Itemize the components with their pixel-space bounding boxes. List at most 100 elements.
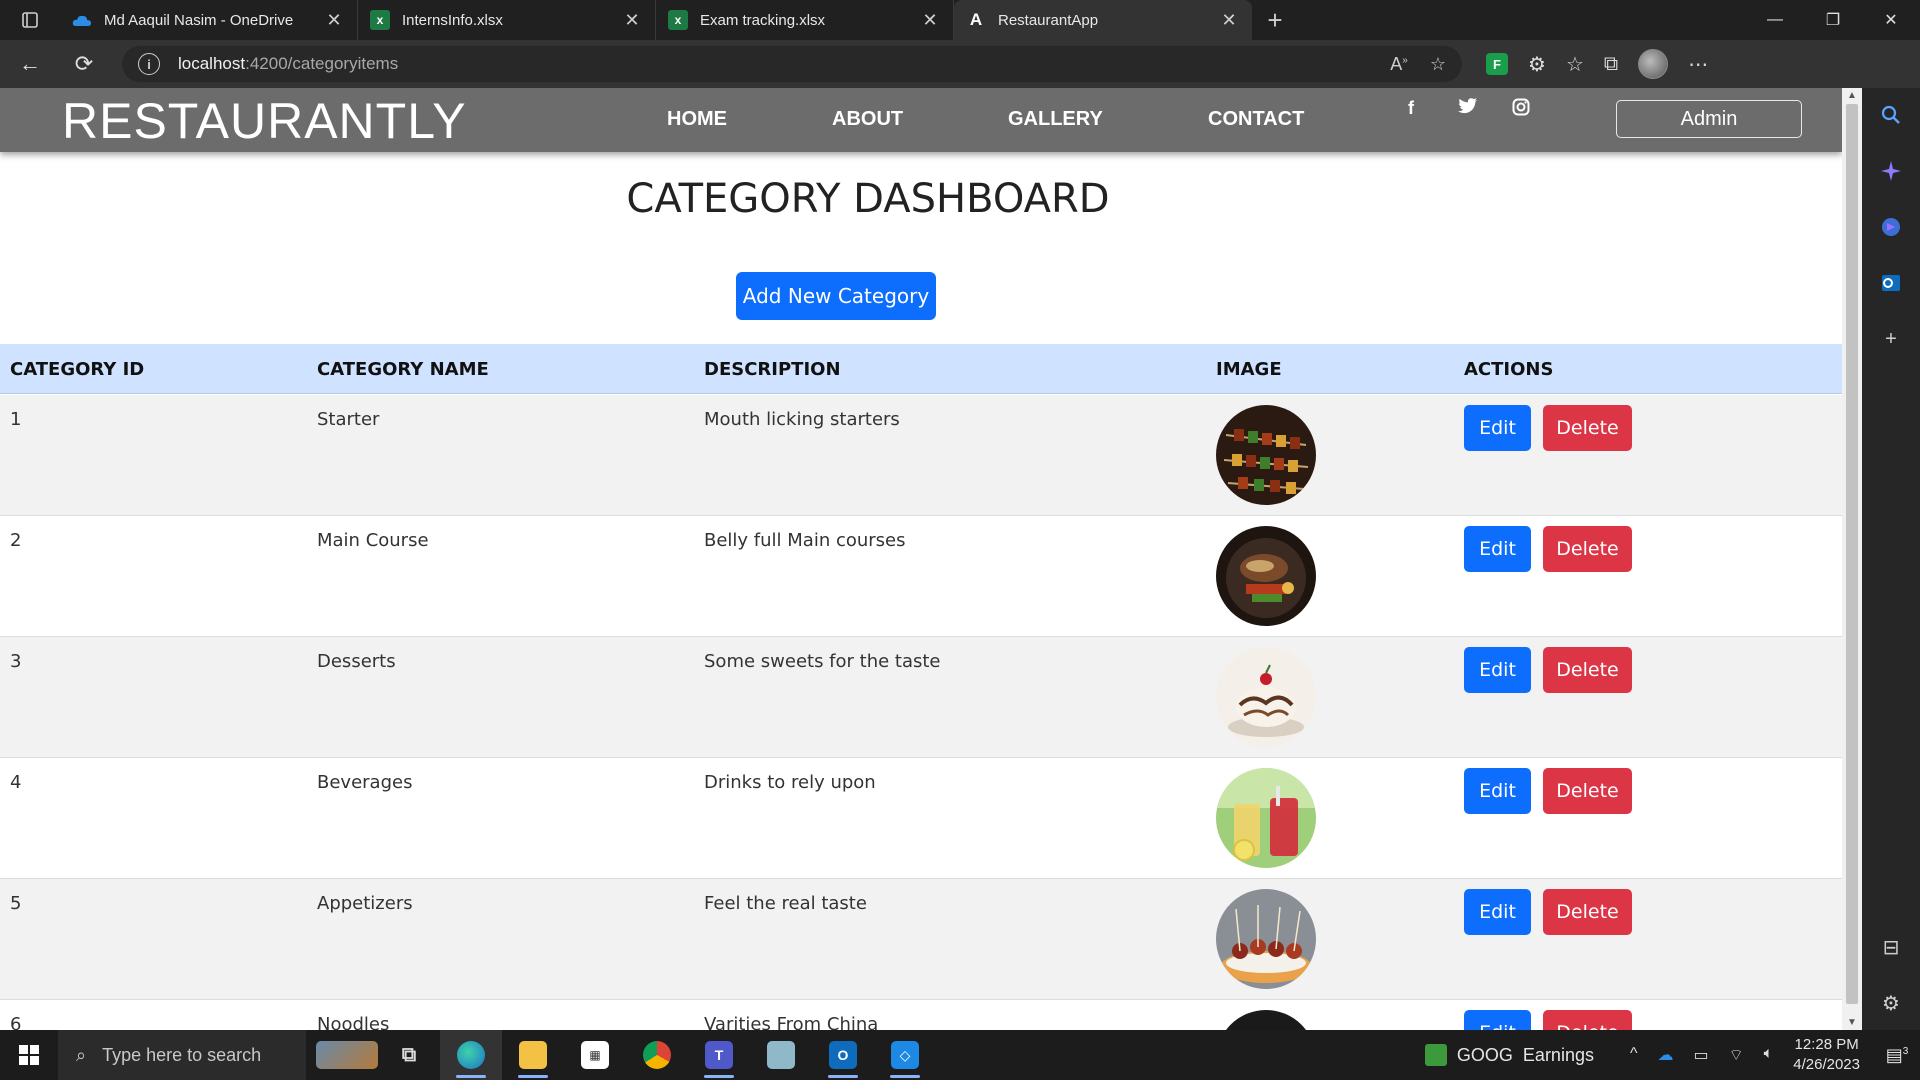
add-favorite-icon[interactable]: ☆	[1430, 54, 1446, 75]
address-bar: ← ⟳ i localhost:4200/categoryitems A» ☆ …	[0, 40, 1920, 88]
taskbar-search[interactable]: ⌕ Type here to search	[58, 1030, 306, 1080]
edge-taskbar-icon[interactable]	[440, 1030, 502, 1080]
notification-count: 3	[1902, 1045, 1909, 1057]
tab-title: Md Aaquil Nasim - OneDrive	[104, 11, 294, 29]
edit-button[interactable]: Edit	[1464, 1010, 1531, 1030]
scrollbar-thumb[interactable]	[1846, 104, 1858, 1004]
delete-button[interactable]: Delete	[1543, 889, 1632, 935]
site-info-icon[interactable]: i	[138, 53, 160, 75]
close-tab-icon[interactable]: ✕	[919, 10, 941, 31]
edit-button[interactable]: Edit	[1464, 889, 1531, 935]
task-view-icon[interactable]: ⧉	[378, 1030, 440, 1080]
taskbar-clock[interactable]: 12:28 PM 4/26/2023	[1793, 1035, 1860, 1075]
read-aloud-icon[interactable]: A»	[1390, 54, 1408, 75]
delete-button[interactable]: Delete	[1543, 1010, 1632, 1030]
category-image-noodles	[1216, 1010, 1316, 1030]
refresh-button[interactable]: ⟳	[60, 44, 108, 84]
delete-button[interactable]: Delete	[1543, 647, 1632, 693]
page-scrollbar[interactable]: ▲ ▼	[1842, 88, 1862, 1030]
edit-button[interactable]: Edit	[1464, 768, 1531, 814]
outlook-icon[interactable]	[1878, 270, 1904, 296]
teams-icon[interactable]: T	[688, 1030, 750, 1080]
delete-button[interactable]: Delete	[1543, 405, 1632, 451]
add-sidebar-app-icon[interactable]: +	[1878, 326, 1904, 352]
volume-icon[interactable]: 🔈︎	[1764, 1045, 1774, 1065]
stock-chart-icon	[1424, 1044, 1447, 1066]
instagram-icon[interactable]	[1512, 98, 1530, 121]
twitter-icon[interactable]	[1458, 98, 1478, 120]
extension-icon[interactable]: F	[1486, 53, 1508, 75]
scroll-down-icon[interactable]: ▼	[1842, 1017, 1862, 1028]
notes-app-icon[interactable]	[750, 1030, 812, 1080]
browser-tab-onedrive[interactable]: Md Aaquil Nasim - OneDrive ✕	[60, 0, 358, 40]
wifi-icon[interactable]: ⌔	[1729, 1045, 1744, 1065]
category-id: 5	[10, 893, 22, 914]
restore-icon[interactable]: ❐	[1804, 0, 1862, 40]
tab-title: InternsInfo.xlsx	[402, 11, 503, 29]
nav-contact[interactable]: CONTACT	[1208, 108, 1304, 131]
category-name: Desserts	[317, 651, 396, 672]
browser-tab-exam-tracking[interactable]: x Exam tracking.xlsx ✕	[656, 0, 954, 40]
sidebar-settings-icon[interactable]: ⚙	[1878, 990, 1904, 1016]
tab-title: RestaurantApp	[998, 11, 1099, 29]
news-widget-icon[interactable]	[316, 1030, 378, 1080]
scroll-up-icon[interactable]: ▲	[1842, 90, 1862, 101]
brand-logo[interactable]: RESTAURANTLY	[62, 92, 467, 150]
back-button[interactable]: ←	[6, 44, 54, 84]
chrome-icon[interactable]	[626, 1030, 688, 1080]
show-hidden-icons-icon[interactable]: ^	[1630, 1045, 1638, 1065]
stock-ticker: GOOG	[1456, 1044, 1513, 1065]
stock-widget[interactable]: GOOG Earnings	[1424, 1044, 1594, 1066]
delete-button[interactable]: Delete	[1543, 768, 1632, 814]
nav-gallery[interactable]: GALLERY	[1008, 108, 1103, 131]
tab-actions-icon[interactable]	[0, 0, 60, 40]
browser-tab-restaurantapp[interactable]: A RestaurantApp ✕	[954, 0, 1252, 40]
edit-button[interactable]: Edit	[1464, 647, 1531, 693]
onedrive-tray-icon[interactable]: ☁	[1657, 1045, 1673, 1065]
category-id: 1	[10, 409, 22, 430]
delete-button[interactable]: Delete	[1543, 526, 1632, 572]
favorites-icon[interactable]: ☆	[1566, 52, 1584, 77]
vscode-icon[interactable]: ◇	[874, 1030, 936, 1080]
close-tab-icon[interactable]: ✕	[323, 10, 345, 31]
close-window-icon[interactable]: ✕	[1862, 0, 1920, 40]
admin-button[interactable]: Admin	[1616, 100, 1802, 138]
sparkle-icon[interactable]	[1878, 158, 1904, 184]
outlook-taskbar-icon[interactable]: O	[812, 1030, 874, 1080]
new-tab-button[interactable]: +	[1252, 0, 1298, 40]
browser-tab-internsinfo[interactable]: x InternsInfo.xlsx ✕	[358, 0, 656, 40]
table-row: 3 Desserts Some sweets for the taste Edi…	[0, 637, 1842, 758]
edit-button[interactable]: Edit	[1464, 526, 1531, 572]
table-row: 4 Beverages Drinks to rely upon Edit Del…	[0, 758, 1842, 879]
nav-home[interactable]: HOME	[667, 108, 727, 131]
edit-button[interactable]: Edit	[1464, 405, 1531, 451]
window-controls: — ❐ ✕	[1746, 0, 1920, 40]
add-new-category-button[interactable]: Add New Category	[736, 272, 936, 320]
excel-icon: x	[668, 10, 688, 30]
file-explorer-icon[interactable]	[502, 1030, 564, 1080]
extensions-puzzle-icon[interactable]: ⚙	[1528, 52, 1546, 77]
start-button[interactable]	[0, 1030, 58, 1080]
hide-sidebar-icon[interactable]: ⊟	[1878, 934, 1904, 960]
column-header-description: DESCRIPTION	[704, 359, 841, 380]
profile-avatar[interactable]	[1638, 49, 1669, 79]
stock-text: Earnings	[1522, 1044, 1594, 1065]
search-icon: ⌕	[76, 1044, 87, 1065]
battery-icon[interactable]: ▭	[1693, 1045, 1708, 1065]
close-tab-icon[interactable]: ✕	[621, 10, 643, 31]
collections-icon[interactable]: ⧉	[1604, 53, 1618, 76]
table-row: 1 Starter Mouth licking starters Edit De…	[0, 395, 1842, 516]
notification-center-icon[interactable]: ▤3	[1874, 1045, 1920, 1066]
minimize-icon[interactable]: —	[1746, 0, 1804, 40]
more-menu-icon[interactable]: ⋯	[1688, 52, 1708, 77]
store-icon[interactable]: ▦	[564, 1030, 626, 1080]
category-description: Drinks to rely upon	[704, 772, 876, 793]
url-field[interactable]: i localhost:4200/categoryitems A» ☆	[122, 46, 1462, 82]
category-description: Some sweets for the taste	[704, 651, 941, 672]
bing-chat-icon[interactable]	[1878, 214, 1904, 240]
nav-about[interactable]: ABOUT	[832, 108, 903, 131]
search-icon[interactable]	[1878, 102, 1904, 128]
close-tab-icon[interactable]: ✕	[1218, 10, 1240, 31]
category-id: 3	[10, 651, 22, 672]
facebook-icon[interactable]: f	[1408, 98, 1414, 119]
